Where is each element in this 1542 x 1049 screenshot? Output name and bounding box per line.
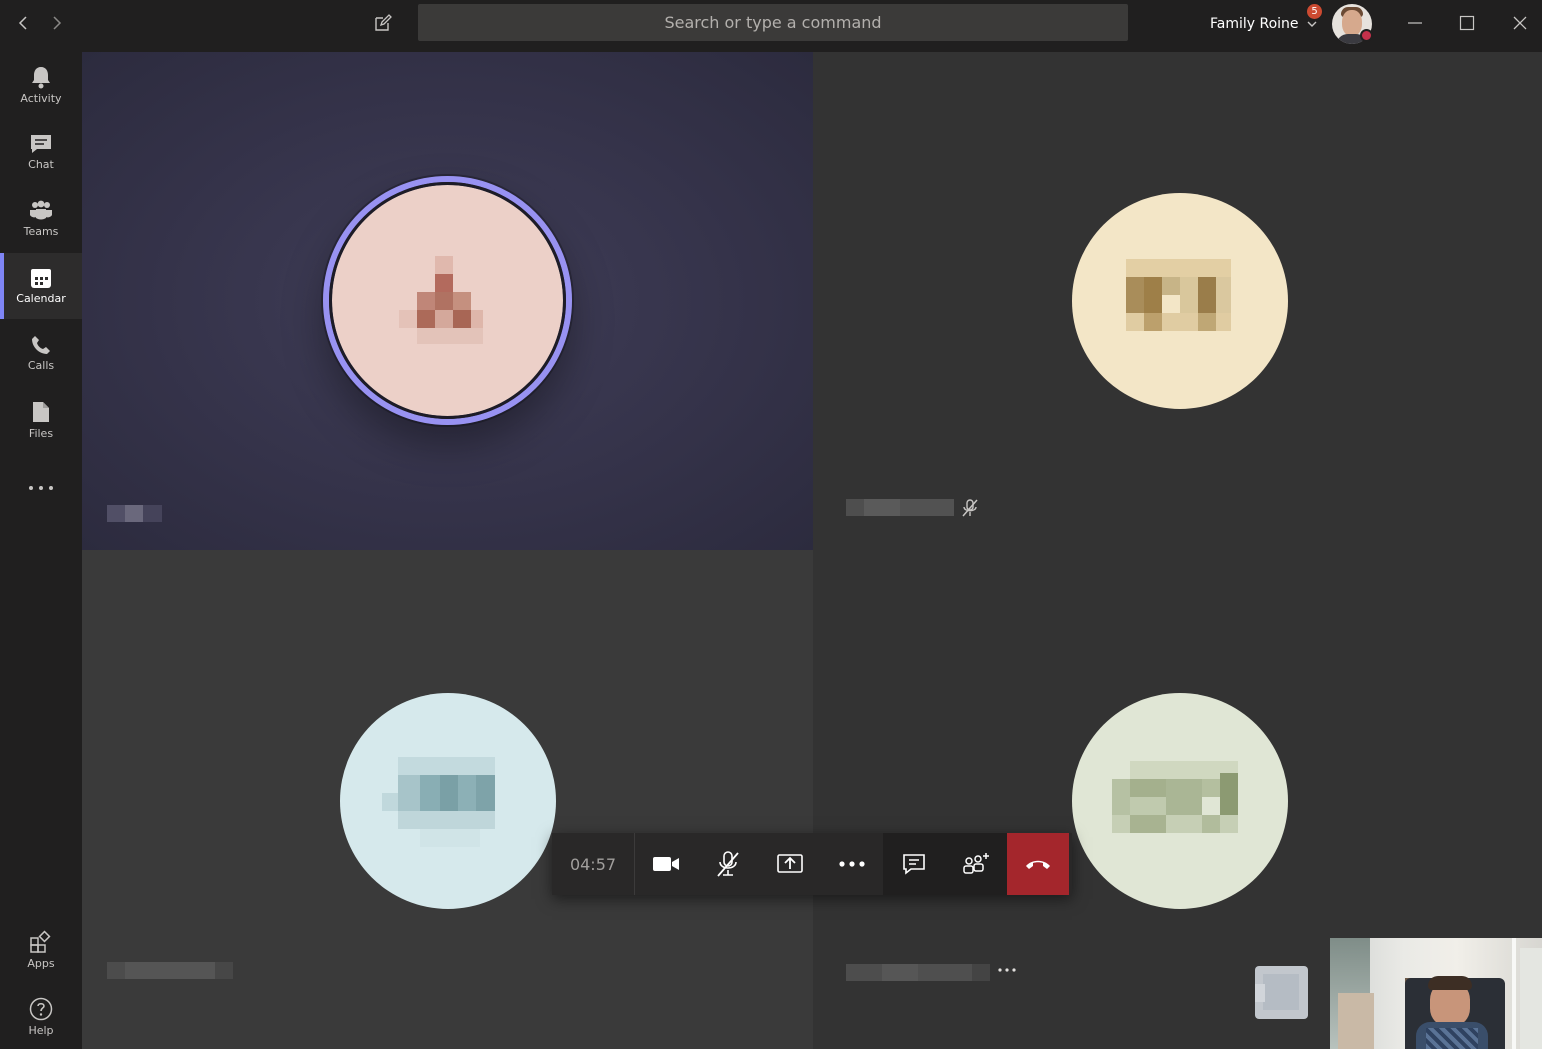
search-box[interactable]: Search or type a command bbox=[418, 4, 1128, 41]
chevron-down-icon bbox=[1307, 21, 1317, 27]
chevron-right-icon bbox=[53, 16, 62, 30]
participant-name-blurred bbox=[107, 505, 162, 522]
rail-label-activity: Activity bbox=[20, 92, 62, 105]
show-conversation-button[interactable] bbox=[883, 833, 945, 895]
call-stage bbox=[82, 52, 1542, 1049]
more-apps-button[interactable] bbox=[0, 470, 82, 506]
participant-tile-3[interactable] bbox=[82, 550, 813, 1049]
file-icon bbox=[33, 402, 49, 422]
more-actions-button[interactable] bbox=[821, 833, 883, 895]
minimize-button[interactable] bbox=[1398, 0, 1432, 46]
app-bar: Activity Chat Teams Calendar Calls Files… bbox=[0, 52, 82, 1049]
teams-window: Search or type a command Family Roine 5 bbox=[0, 0, 1542, 1049]
participant-name-blurred bbox=[846, 499, 954, 516]
share-screen-button[interactable] bbox=[759, 833, 821, 895]
close-icon bbox=[1513, 16, 1527, 30]
maximize-button[interactable] bbox=[1450, 0, 1484, 46]
back-button[interactable] bbox=[8, 0, 38, 46]
call-controls-bar: 04:57 bbox=[552, 833, 1072, 895]
participant-avatar bbox=[1072, 693, 1288, 909]
apps-icon bbox=[30, 930, 51, 953]
presence-indicator bbox=[1360, 29, 1373, 42]
mic-muted-icon bbox=[962, 499, 978, 517]
participants-icon bbox=[963, 853, 989, 874]
show-participants-button[interactable] bbox=[945, 833, 1007, 895]
rail-label-apps: Apps bbox=[27, 957, 55, 970]
help-icon bbox=[29, 997, 53, 1021]
self-video-preview[interactable] bbox=[1330, 938, 1542, 1049]
org-switcher[interactable]: Family Roine bbox=[1210, 12, 1317, 36]
title-bar: Search or type a command Family Roine 5 bbox=[0, 0, 1542, 52]
rail-label-help: Help bbox=[28, 1024, 54, 1037]
more-icon bbox=[839, 861, 865, 867]
bell-icon bbox=[32, 67, 50, 89]
participant-tile-1[interactable] bbox=[82, 52, 813, 550]
hang-up-button[interactable] bbox=[1007, 833, 1069, 895]
search-placeholder: Search or type a command bbox=[664, 13, 882, 32]
secondary-controls bbox=[883, 833, 1007, 895]
share-screen-icon bbox=[777, 854, 803, 873]
overflow-participant-avatar[interactable] bbox=[1255, 966, 1308, 1019]
mic-off-icon bbox=[717, 851, 739, 877]
rail-item-teams[interactable]: Teams bbox=[0, 186, 82, 252]
participant-name-blurred bbox=[107, 962, 233, 979]
rail-label-chat: Chat bbox=[28, 158, 54, 171]
rail-label-calendar: Calendar bbox=[16, 292, 66, 305]
maximize-icon bbox=[1459, 15, 1475, 31]
rail-item-files[interactable]: Files bbox=[0, 387, 82, 453]
phone-icon bbox=[32, 336, 50, 354]
compose-icon bbox=[375, 14, 392, 31]
rail-label-calls: Calls bbox=[27, 359, 55, 372]
camera-button[interactable] bbox=[635, 833, 697, 895]
chat-toggle-icon bbox=[903, 854, 925, 875]
participant-avatar bbox=[1072, 193, 1288, 409]
ellipsis-icon bbox=[998, 968, 1016, 972]
participant-avatar bbox=[340, 693, 556, 909]
rail-item-calendar[interactable]: Calendar bbox=[0, 253, 82, 319]
rail-item-chat[interactable]: Chat bbox=[0, 119, 82, 185]
rail-item-calls[interactable]: Calls bbox=[0, 320, 82, 386]
rail-item-activity[interactable]: Activity bbox=[0, 52, 82, 118]
rail-label-files: Files bbox=[28, 427, 54, 440]
teams-icon bbox=[30, 200, 52, 220]
participant-more-button[interactable] bbox=[997, 960, 1017, 980]
call-timer: 04:57 bbox=[552, 833, 635, 895]
new-chat-button[interactable] bbox=[366, 0, 400, 46]
participant-tile-2[interactable] bbox=[813, 52, 1542, 550]
minimize-icon bbox=[1408, 22, 1422, 24]
rail-item-apps[interactable]: Apps bbox=[0, 917, 82, 983]
close-button[interactable] bbox=[1503, 0, 1537, 46]
chat-icon bbox=[31, 135, 51, 153]
rail-label-teams: Teams bbox=[23, 225, 59, 238]
calendar-icon bbox=[31, 269, 51, 288]
microphone-button[interactable] bbox=[697, 833, 759, 895]
org-name: Family Roine bbox=[1210, 16, 1299, 32]
notification-badge: 5 bbox=[1306, 3, 1323, 20]
camera-icon bbox=[653, 857, 679, 871]
ellipsis-icon bbox=[29, 486, 53, 490]
forward-button[interactable] bbox=[42, 0, 72, 46]
participant-name-blurred bbox=[846, 964, 990, 981]
rail-item-help[interactable]: Help bbox=[0, 984, 82, 1049]
chevron-left-icon bbox=[18, 16, 27, 30]
hang-up-icon bbox=[1026, 860, 1050, 869]
